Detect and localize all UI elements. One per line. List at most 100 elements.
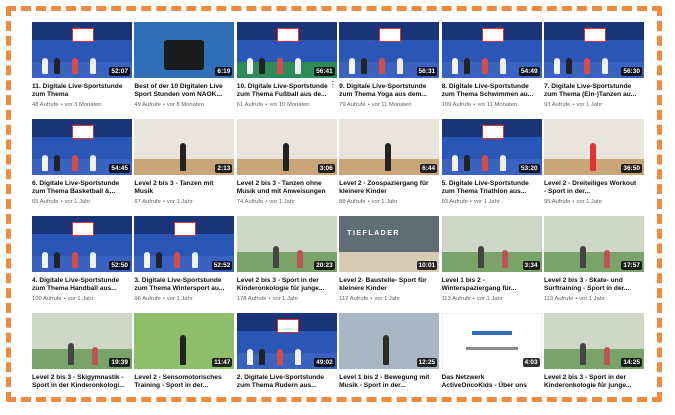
video-thumbnail[interactable]: 53:20 — [441, 119, 542, 175]
video-title[interactable]: 8. Digitale Live-Sportstunde zum Thema S… — [442, 83, 542, 100]
video-title[interactable]: Level 2 bis 3 - Sport in der Kinderonkol… — [544, 374, 644, 391]
video-thumbnail[interactable]: 11:47 — [134, 313, 235, 369]
video-thumbnail[interactable]: 56:41 — [236, 22, 337, 78]
video-title[interactable]: 2. Digitale Live-Sportstunde zum Thema R… — [237, 374, 337, 391]
video-thumbnail[interactable]: 14:25 — [543, 313, 644, 369]
video-card[interactable]: 52:07 11. Digitale Live-Sportstunde zum T… — [32, 22, 132, 119]
video-title[interactable]: Das Netzwerk ActiveOncoKids - Über uns — [442, 374, 542, 391]
upload-age: vor 10 Monaten — [269, 102, 310, 108]
video-card[interactable]: 3:06 Level 2 bis 3 - Tanzen ohne Musik un… — [236, 119, 337, 216]
video-card[interactable]: 56:30 7. Digitale Live-Sportstunde zum Th… — [543, 22, 644, 119]
video-card[interactable]: 6:19 Best of der 10 Digitalen Live Sport … — [134, 22, 235, 119]
duration-badge: 53:20 — [518, 164, 540, 173]
video-meta — [134, 393, 234, 399]
video-card[interactable]: 54:49 8. Digitale Live-Sportstunde zum Th… — [441, 22, 542, 119]
meta-separator: • — [265, 199, 268, 205]
duration-badge: 54:45 — [109, 164, 130, 173]
duration-badge: 56:31 — [416, 67, 438, 76]
video-thumbnail[interactable]: 52:50 — [32, 216, 132, 272]
video-title[interactable]: Level 2 - Zoospaziergang für kleinere Ki… — [339, 180, 439, 197]
video-card[interactable]: 19:39 Level 2 bis 3 - Skigymnastik - Spor… — [32, 313, 132, 410]
video-title[interactable]: Level 2 bis 3 - Skate- und Surftraining … — [544, 277, 644, 294]
view-count: 49 Aufrufe — [134, 102, 161, 108]
video-card[interactable]: TIEFLADER 10:01 Level 2- Baustelle- Sport … — [339, 216, 440, 313]
video-thumbnail[interactable]: 12:25 — [339, 313, 440, 369]
video-thumbnail[interactable]: 4:03 — [441, 313, 542, 369]
video-meta: 100 Aufrufe • vor 1 Jahr — [32, 296, 132, 302]
video-thumbnail[interactable]: 19:39 — [32, 313, 132, 369]
video-card[interactable]: 53:20 5. Digitale Live-Sportstunde zum Th… — [441, 119, 542, 216]
video-thumbnail[interactable]: 54:45 — [32, 119, 132, 175]
duration-badge: 52:52 — [211, 261, 233, 270]
video-card[interactable]: 3:34 Level 1 bis 2 - Winterspaziergang fü… — [441, 216, 542, 313]
video-thumbnail[interactable]: 54:49 — [441, 22, 542, 78]
meta-separator: • — [60, 199, 63, 205]
video-card[interactable]: 52:52 3. Digitale Live-Sportstunde zum Th… — [134, 216, 235, 313]
video-title[interactable]: Level 2- Baustelle- Sport für kleinere K… — [339, 277, 439, 294]
duration-badge: 52:07 — [109, 67, 130, 76]
video-card[interactable]: 6:44 Level 2 - Zoospaziergang für kleiner… — [339, 119, 440, 216]
more-options-icon[interactable]: ⋮ — [329, 81, 337, 89]
video-title[interactable]: Level 2 bis 3 - Tanzen mit Musik — [134, 180, 234, 197]
video-thumbnail[interactable]: 20:23 — [236, 216, 337, 272]
video-thumbnail[interactable]: 3:34 — [441, 216, 542, 272]
video-thumbnail[interactable]: 3:06 — [236, 119, 337, 175]
video-card[interactable]: 56:31 9. Digitale Live-Sportstunde zum Th… — [339, 22, 440, 119]
duration-badge: 52:50 — [109, 261, 130, 270]
video-title[interactable]: 10. Digitale Live-Sportstunde zum Thema … — [237, 83, 337, 100]
video-card[interactable]: 17:57 Level 2 bis 3 - Skate- und Surftrai… — [543, 216, 644, 313]
video-card[interactable]: 14:25 Level 2 bis 3 - Sport in der Kinder… — [543, 313, 644, 410]
video-title[interactable]: 9. Digitale Live-Sportstunde zum Thema Y… — [339, 83, 439, 100]
meta-separator: • — [265, 102, 268, 108]
video-card[interactable]: 2:13 Level 2 bis 3 - Tanzen mit Musik 67 A… — [134, 119, 235, 216]
video-card[interactable]: 12:25 Level 1 bis 2 - Bewegung mit Musik … — [339, 313, 440, 410]
video-card[interactable]: 36:50 Level 2 - Dreiteiliges Workout - Sp… — [543, 119, 644, 216]
video-title[interactable]: 6. Digitale Live-Sportstunde zum Thema B… — [32, 180, 132, 197]
video-thumbnail[interactable]: 2:13 — [134, 119, 235, 175]
video-card[interactable]: 56:41 10. Digitale Live-Sportstunde zum T… — [236, 22, 337, 119]
video-thumbnail[interactable]: 6:44 — [339, 119, 440, 175]
video-title[interactable]: Level 1 bis 2 - Winterspaziergang für... — [442, 277, 542, 294]
video-card[interactable]: 11:47 Level 2 - Sensomotorisches Training… — [134, 313, 235, 410]
view-count: 65 Aufrufe — [32, 199, 59, 205]
video-title[interactable]: Level 2 bis 3 - Tanzen ohne Musik und mi… — [237, 180, 337, 197]
video-meta — [237, 393, 337, 399]
video-title[interactable]: Level 2 bis 3 - Sport in der Kinderonkol… — [237, 277, 337, 294]
video-thumbnail[interactable]: 36:50 — [543, 119, 644, 175]
upload-age: vor 1 Jahr — [476, 296, 503, 302]
upload-age: vor 1 Jahr — [166, 296, 193, 302]
video-thumbnail[interactable]: 49:02 — [236, 313, 337, 369]
video-thumbnail[interactable]: TIEFLADER 10:01 — [339, 216, 440, 272]
video-title[interactable]: Level 2 - Dreiteiliges Workout - Sport i… — [544, 180, 644, 197]
view-count: 178 Aufrufe — [236, 296, 267, 302]
duration-badge: 11:47 — [212, 358, 233, 367]
video-title[interactable]: Level 2 - Sensomotorisches Training - Sp… — [134, 374, 234, 391]
video-title[interactable]: 4. Digitale Live-Sportstunde zum Thema H… — [32, 277, 132, 294]
upload-age: vor 1 Jahr — [374, 296, 401, 302]
video-card[interactable]: 54:45 6. Digitale Live-Sportstunde zum Th… — [32, 119, 132, 216]
duration-badge: 6:19 — [215, 67, 233, 76]
video-card[interactable]: 49:02 2. Digitale Live-Sportstunde zum Th… — [236, 313, 337, 410]
video-thumbnail[interactable]: 52:07 — [32, 22, 132, 78]
video-thumbnail[interactable]: 6:19 — [134, 22, 235, 78]
view-count: 88 Aufrufe — [339, 199, 366, 205]
video-meta — [32, 393, 132, 399]
video-thumbnail[interactable]: 52:52 — [134, 216, 235, 272]
video-thumbnail[interactable]: 56:30 — [543, 22, 644, 78]
video-card[interactable]: 52:50 4. Digitale Live-Sportstunde zum Th… — [32, 216, 132, 313]
view-count: 93 Aufrufe — [543, 102, 571, 108]
video-title[interactable]: Level 2 bis 3 - Skigymnastik - Sport in … — [32, 374, 132, 391]
video-title[interactable]: 3. Digitale Live-Sportstunde zum Thema W… — [134, 277, 234, 294]
video-title[interactable]: 11. Digitale Live-Sportstunde zum Thema — [32, 83, 132, 100]
video-card[interactable]: 20:23 Level 2 bis 3 - Sport in der Kinder… — [236, 216, 337, 313]
video-title[interactable]: Level 1 bis 2 - Bewegung mit Musik - Spo… — [339, 374, 439, 391]
video-title[interactable]: 7. Digitale Live-Sportstunde zum Thema (… — [544, 83, 644, 100]
video-meta: 48 Aufrufe • vor 3 Monaten — [32, 102, 132, 108]
video-title[interactable]: Best of der 10 Digitalen Live Sport Stun… — [134, 83, 234, 100]
video-card[interactable]: 4:03 Das Netzwerk ActiveOncoKids - Über u… — [441, 313, 542, 410]
video-thumbnail[interactable]: 56:31 — [339, 22, 440, 78]
video-thumbnail[interactable]: 17:57 — [543, 216, 644, 272]
video-title[interactable]: 5. Digitale Live-Sportstunde zum Thema T… — [442, 180, 542, 197]
upload-age: vor 1 Jahr — [576, 102, 603, 108]
upload-age: vor 1 Jahr — [579, 296, 605, 302]
